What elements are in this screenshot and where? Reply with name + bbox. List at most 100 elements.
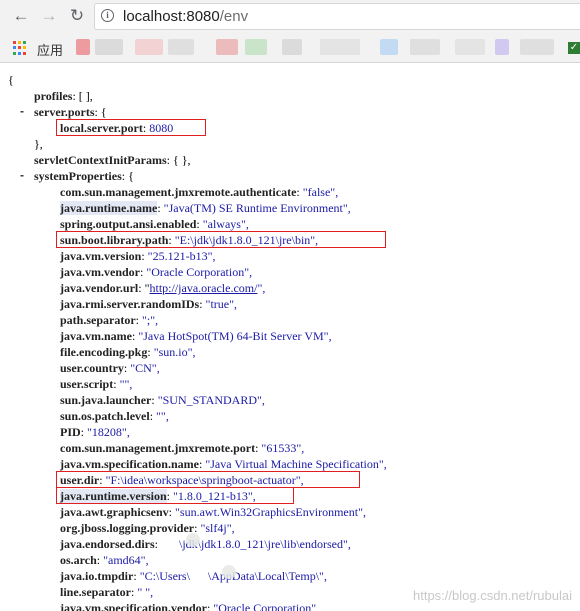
address-bar[interactable]: i localhost:8080/env — [94, 3, 580, 30]
json-value: "25.121-b13", — [147, 249, 216, 263]
json-key: java.vendor.url — [60, 281, 139, 295]
json-value: "61533", — [261, 441, 305, 455]
json-value: "SUN_STANDARD", — [157, 393, 265, 407]
json-entry-system-properties: systemProperties: { — [34, 169, 134, 183]
json-value: "E:\jdk\jdk1.8.0_121\jre\bin", — [174, 233, 319, 247]
apps-grid-icon[interactable] — [13, 41, 27, 55]
json-property-row: java.vm.name: "Java HotSpot(TM) 64-Bit S… — [60, 329, 332, 343]
json-key: user.dir — [60, 473, 100, 487]
json-value: { }, — [172, 153, 191, 167]
json-key: PID — [60, 425, 81, 439]
json-key: user.country — [60, 361, 124, 375]
json-entry-local-server-port: local.server.port: 8080 — [60, 121, 174, 135]
apps-grid-dot — [13, 51, 16, 55]
json-property-row: spring.output.ansi.enabled: "always", — [60, 217, 249, 231]
json-property-row: org.jboss.logging.provider: "slf4j", — [60, 521, 235, 535]
json-value: \jdk\jdk1.8.0_121\jre\lib\endorsed", — [179, 537, 351, 551]
json-key: sun.java.launcher — [60, 393, 152, 407]
json-property-row: sun.boot.library.path: "E:\jdk\jdk1.8.0_… — [60, 233, 319, 247]
url-text[interactable]: localhost:8080/env — [123, 8, 248, 25]
json-value: "slf4j", — [200, 521, 235, 535]
arrow-right-icon[interactable]: → — [38, 5, 60, 27]
json-value: "", — [119, 377, 133, 391]
bookmark-item[interactable] — [245, 39, 267, 55]
json-property-row: java.vm.vendor: "Oracle Corporation", — [60, 265, 253, 279]
apps-grid-dot — [18, 46, 21, 50]
json-property-row: java.io.tmpdir: "C:\Users\ \AppData\Local… — [60, 569, 327, 583]
watermark: https://blog.csdn.net/rubulai — [413, 588, 572, 603]
json-viewer: { profiles: [ ], - server.ports: { local… — [0, 63, 580, 611]
bookmark-item[interactable] — [282, 39, 302, 55]
json-property-row: user.country: "CN", — [60, 361, 160, 375]
json-property-row: java.vendor.url: "http://java.oracle.com… — [60, 281, 266, 295]
bookmark-item[interactable] — [495, 39, 509, 55]
json-key: user.script — [60, 377, 114, 391]
json-property-row: java.runtime.version: "1.8.0_121-b13", — [60, 489, 256, 503]
bookmark-item[interactable] — [216, 39, 238, 55]
json-value: "C:\Users\ — [139, 569, 190, 583]
json-key: java.io.tmpdir — [60, 569, 134, 583]
json-value-link[interactable]: http://java.oracle.com/ — [149, 281, 257, 295]
json-key: com.sun.management.jmxremote.port — [60, 441, 256, 455]
json-key: java.endorsed.dirs — [60, 537, 155, 551]
bookmark-item[interactable] — [520, 39, 554, 55]
arrow-left-icon[interactable]: ← — [10, 5, 32, 27]
json-key: java.runtime.version — [60, 489, 167, 503]
reload-icon[interactable]: ↻ — [66, 5, 88, 27]
bookmark-checkmark-icon[interactable]: ✓ — [568, 42, 580, 54]
redacted-blur — [186, 533, 200, 547]
json-value: "Oracle Corporation", — [146, 265, 253, 279]
json-property-row: sun.os.patch.level: "", — [60, 409, 169, 423]
bookmark-item[interactable] — [380, 39, 398, 55]
redacted-blur — [222, 565, 236, 579]
json-key: java.awt.graphicsenv — [60, 505, 169, 519]
json-key: java.vm.version — [60, 249, 142, 263]
json-key: java.vm.specification.vendor — [60, 601, 207, 611]
json-property-row: java.runtime.name: "Java(TM) SE Runtime … — [60, 201, 351, 215]
json-close-brace: }, — [34, 137, 43, 151]
json-key: org.jboss.logging.provider — [60, 521, 195, 535]
json-key: server.ports — [34, 105, 95, 119]
json-property-row: user.dir: "F:\idea\workspace\springboot-… — [60, 473, 304, 487]
bookmark-item[interactable] — [168, 39, 194, 55]
bookmark-item[interactable] — [135, 39, 163, 55]
json-value: "always", — [202, 217, 249, 231]
json-value: "Oracle Corporation", — [213, 601, 320, 611]
json-value: "false", — [302, 185, 339, 199]
apps-grid-dot — [23, 46, 26, 50]
apps-grid-dot — [23, 41, 26, 44]
bookmark-item[interactable] — [410, 39, 440, 55]
apps-label[interactable]: 应用 — [37, 40, 63, 59]
json-value: "amd64", — [103, 553, 149, 567]
bookmark-item[interactable] — [455, 39, 485, 55]
json-key: line.separator — [60, 585, 131, 599]
collapse-toggle-icon[interactable]: - — [20, 104, 24, 118]
info-icon[interactable]: i — [101, 9, 114, 22]
json-property-row: sun.java.launcher: "SUN_STANDARD", — [60, 393, 265, 407]
browser-toolbar: ← → ↻ i localhost:8080/env — [0, 0, 580, 33]
json-value: "F:\idea\workspace\springboot-actuator", — [105, 473, 304, 487]
json-property-row: user.script: "", — [60, 377, 133, 391]
json-value: "", — [156, 409, 169, 423]
json-property-row: java.rmi.server.randomIDs: "true", — [60, 297, 237, 311]
json-key: java.vm.specification.name — [60, 457, 199, 471]
json-entry-profiles: profiles: [ ], — [34, 89, 93, 103]
json-value: "18208", — [87, 425, 130, 439]
json-value: "Java(TM) SE Runtime Environment", — [163, 201, 351, 215]
json-key: os.arch — [60, 553, 97, 567]
apps-grid-dot — [18, 41, 21, 44]
json-entry-servlet-params: servletContextInitParams: { }, — [34, 153, 191, 167]
json-property-row: java.endorsed.dirs: \jdk\jdk1.8.0_121\jr… — [60, 537, 351, 551]
json-property-row: com.sun.management.jmxremote.port: "6153… — [60, 441, 305, 455]
bookmark-item[interactable] — [320, 39, 360, 55]
bookmark-favicon[interactable] — [76, 39, 90, 55]
json-property-row: path.separator: ";", — [60, 313, 159, 327]
collapse-toggle-icon[interactable]: - — [20, 168, 24, 182]
json-key: java.vm.name — [60, 329, 132, 343]
url-host: localhost:8080 — [123, 8, 220, 25]
bookmark-item[interactable] — [95, 39, 123, 55]
bookmarks-bar: 应用 ✓ — [0, 33, 580, 63]
json-property-row: file.encoding.pkg: "sun.io", — [60, 345, 196, 359]
apps-grid-dot — [13, 41, 16, 44]
json-value: "1.8.0_121-b13", — [173, 489, 256, 503]
